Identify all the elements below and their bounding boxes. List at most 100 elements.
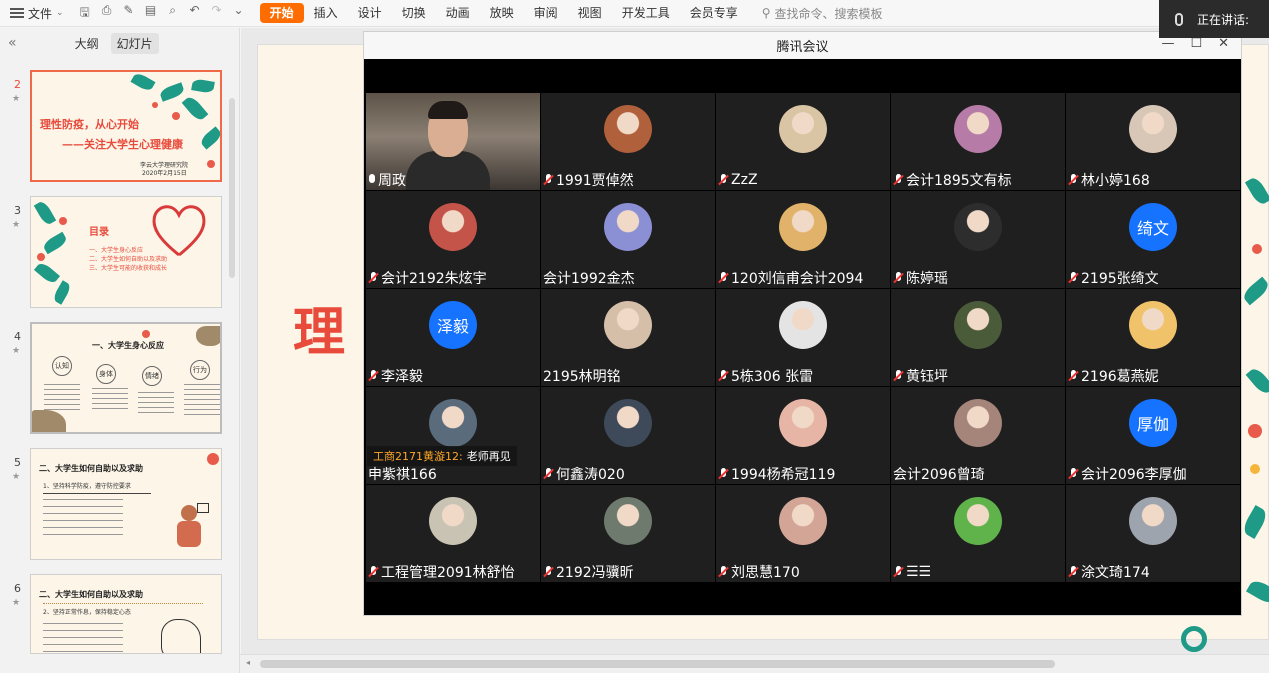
participant-avatar — [779, 105, 827, 153]
participant-tile[interactable]: 120刘信甫会计2094 — [716, 191, 890, 288]
participant-name-text: 1991贾倬然 — [556, 173, 634, 189]
more-icon[interactable]: ⌄ — [232, 3, 246, 24]
mic-muted-icon — [893, 271, 904, 285]
maximize-icon[interactable]: ☐ — [1190, 36, 1202, 51]
participant-tile[interactable]: 申紫祺166 工商2171黄漩12: 老师再见 — [366, 387, 540, 484]
slide-title: 二、大学生如何自助以及求助 — [39, 590, 143, 599]
participant-tile[interactable]: 1994杨希冠119 — [716, 387, 890, 484]
participant-tile[interactable]: ZzZ — [716, 93, 890, 190]
slide-thumb-4[interactable]: 一、大学生身心反应 认知 身体 情绪 行为 — [30, 322, 222, 434]
tab-outline[interactable]: 大纲 — [69, 33, 105, 54]
participant-name: 陈婷瑶 — [893, 268, 948, 288]
participant-avatar: 泽毅 — [429, 301, 477, 349]
horizontal-scrollbar[interactable]: ◂ — [240, 654, 1269, 673]
command-search[interactable]: ⚲ 查找命令、搜索模板 — [762, 5, 883, 22]
participant-tile[interactable]: ☰☰ — [891, 485, 1065, 582]
participant-name: 5栋306 张雷 — [718, 366, 813, 386]
collapse-panel-icon[interactable]: « — [8, 35, 17, 51]
participant-tile[interactable]: 会计1895文有标 — [891, 93, 1065, 190]
mic-muted-icon — [543, 565, 554, 579]
participant-tile[interactable]: 林小婷168 — [1066, 93, 1240, 190]
participant-name-text: 5栋306 张雷 — [731, 369, 814, 385]
tab-slideshow[interactable]: 放映 — [480, 0, 524, 27]
slide-number: 5 — [14, 456, 21, 469]
participant-avatar — [1129, 497, 1177, 545]
chat-sender: 工商2171黄漩12: — [373, 450, 463, 463]
participant-name-text: 120刘信甫会计2094 — [731, 271, 864, 287]
save-icon[interactable]: 🖫 — [78, 3, 92, 24]
participant-tile[interactable]: 何鑫涛020 — [541, 387, 715, 484]
participant-name-text: 申紫祺166 — [368, 467, 437, 483]
participant-tile[interactable]: 泽毅 李泽毅 — [366, 289, 540, 386]
participant-tile[interactable]: 涂文琦174 — [1066, 485, 1240, 582]
tab-home[interactable]: 开始 — [259, 3, 304, 23]
tab-member[interactable]: 会员专享 — [680, 0, 748, 27]
participant-tile[interactable]: 周政 — [366, 93, 540, 190]
mic-muted-icon — [1068, 173, 1079, 187]
participant-name: ZzZ — [718, 170, 758, 190]
participant-avatar — [954, 301, 1002, 349]
participant-grid: 周政 1991贾倬然 ZzZ 会计1895文有标 林小婷168 会计2192朱炫宇 会计19… — [366, 93, 1240, 583]
slide-thumb-2[interactable]: 理性防疫，从心开始 ——关注大学生心理健康 李云大学理研究院 2020年2月15… — [30, 70, 222, 182]
tab-review[interactable]: 审阅 — [524, 0, 568, 27]
slide-thumb-5[interactable]: 二、大学生如何自助以及求助 1、坚持科学防疫，遵守防控要求 — [30, 448, 222, 560]
slide-thumb-3[interactable]: 目录 一、大学生身心反应 二、大学生如何自助以及求助 三、大学生可能的收获和成长 — [30, 196, 222, 308]
slide-title: 理性防疫，从心开始 — [40, 118, 139, 131]
participant-tile[interactable]: 2195林明铭 — [541, 289, 715, 386]
participant-tile[interactable]: 1991贾倬然 — [541, 93, 715, 190]
participant-tile[interactable]: 2192冯骥昕 — [541, 485, 715, 582]
participant-avatar — [604, 301, 652, 349]
participant-avatar — [429, 203, 477, 251]
participant-avatar — [604, 399, 652, 447]
tab-view[interactable]: 视图 — [568, 0, 612, 27]
close-icon[interactable]: ✕ — [1218, 36, 1229, 51]
redo-icon[interactable]: ↷ — [210, 3, 224, 24]
tab-insert[interactable]: 插入 — [304, 0, 348, 27]
file-menu[interactable]: 文件 ⌄ — [0, 5, 64, 22]
participant-tile[interactable]: 2196葛燕妮 — [1066, 289, 1240, 386]
chevron-down-icon: ⌄ — [56, 8, 64, 18]
tab-developer[interactable]: 开发工具 — [612, 0, 680, 27]
slide-thumb-6[interactable]: 二、大学生如何自助以及求助 2、坚持正常作息，保持稳定心态 — [30, 574, 222, 654]
scroll-left-icon[interactable]: ◂ — [246, 658, 250, 667]
ribbon-toolbar: 文件 ⌄ 🖫 ⎙ ✎ ▤ ⌕ ↶ ↷ ⌄ 开始 插入 设计 切换 动画 放映 审… — [0, 0, 1269, 27]
print-icon[interactable]: ▤ — [144, 3, 158, 24]
tab-animation[interactable]: 动画 — [436, 0, 480, 27]
participant-avatar — [954, 399, 1002, 447]
slide-number: 4 — [14, 330, 21, 343]
meeting-titlebar[interactable]: 腾讯会议 — ☐ ✕ — [364, 32, 1241, 59]
participant-tile[interactable]: 会计2096曾琦 — [891, 387, 1065, 484]
tab-transition[interactable]: 切换 — [392, 0, 436, 27]
participant-tile[interactable]: 绮文 2195张绮文 — [1066, 191, 1240, 288]
print-preview-icon[interactable]: ⎙ — [100, 3, 114, 24]
preview-icon[interactable]: ⌕ — [166, 3, 180, 24]
participant-tile[interactable]: 会计2192朱炫宇 — [366, 191, 540, 288]
participant-name: 1991贾倬然 — [543, 170, 634, 190]
participant-tile[interactable]: 会计1992金杰 — [541, 191, 715, 288]
participant-avatar: 绮文 — [1129, 203, 1177, 251]
participant-tile[interactable]: 黄钰坪 — [891, 289, 1065, 386]
panel-scrollbar[interactable] — [229, 98, 235, 278]
undo-icon[interactable]: ↶ — [188, 3, 202, 24]
participant-name: 2195林明铭 — [543, 366, 621, 386]
participant-name-text: ☰☰ — [906, 564, 932, 580]
participant-name: 黄钰坪 — [893, 366, 948, 386]
participant-name: 会计2096李厚伽 — [1068, 464, 1187, 484]
minimize-icon[interactable]: — — [1161, 36, 1174, 51]
toc-item: 三、大学生可能的收获和成长 — [89, 265, 168, 272]
participant-tile[interactable]: 厚伽 会计2096李厚伽 — [1066, 387, 1240, 484]
scrollbar-thumb[interactable] — [260, 660, 1055, 668]
participant-tile[interactable]: 工程管理2091林舒怡 — [366, 485, 540, 582]
participant-tile[interactable]: 5栋306 张雷 — [716, 289, 890, 386]
ribbon-tabs: 开始 插入 设计 切换 动画 放映 审阅 视图 开发工具 会员专享 — [259, 0, 748, 27]
mic-muted-icon — [893, 173, 904, 187]
participant-name-text: 何鑫涛020 — [556, 467, 625, 483]
slide-decoration — [1240, 44, 1269, 644]
tab-design[interactable]: 设计 — [348, 0, 392, 27]
participant-tile[interactable]: 陈婷瑶 — [891, 191, 1065, 288]
participant-name: 涂文琦174 — [1068, 562, 1150, 582]
format-painter-icon[interactable]: ✎ — [122, 3, 136, 24]
slide-title: 二、大学生如何自助以及求助 — [39, 464, 143, 473]
participant-tile[interactable]: 刘思慧170 — [716, 485, 890, 582]
tab-slides[interactable]: 幻灯片 — [110, 32, 159, 54]
